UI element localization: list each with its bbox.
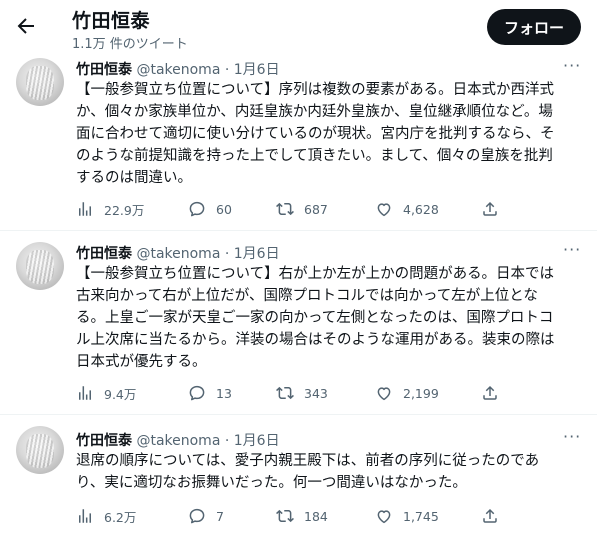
views-count: 6.2万 [104,509,137,525]
heart-icon [377,510,391,524]
share-icon [483,385,497,400]
share-button[interactable] [481,383,499,403]
like-button[interactable]: 1,745 [375,506,439,526]
avatar[interactable] [16,426,64,474]
retweet-button[interactable]: 687 [276,199,328,219]
tweet[interactable]: 竹田恒泰 @takenoma · 1月6日 ··· 【一般参賀立ち位置について】… [0,52,597,231]
tweet[interactable]: 竹田恒泰 @takenoma · 1月6日 ··· 退席の順序については、愛子内… [0,414,597,544]
like-count: 2,199 [403,385,439,401]
author-name[interactable]: 竹田恒泰 [76,433,132,449]
like-count: 1,745 [403,508,439,524]
separator-dot: · [224,433,230,449]
tweet-date[interactable]: 1月6日 [234,62,280,78]
retweet-count: 184 [304,508,328,524]
heart-icon [377,387,391,401]
tweet-meta: 竹田恒泰 @takenoma · 1月6日 [76,59,280,79]
back-arrow-icon[interactable] [14,14,38,38]
retweet-button[interactable]: 343 [276,383,328,403]
tweet-date[interactable]: 1月6日 [234,246,280,262]
reply-icon [189,508,205,524]
views-button[interactable]: 6.2万 [76,506,136,526]
more-icon[interactable]: ··· [563,427,581,446]
separator-dot: · [224,62,230,78]
tweet-date[interactable]: 1月6日 [234,433,280,449]
tweet-count: 1.1万 件のツイート [72,37,188,52]
separator-dot: · [224,246,230,262]
tweet[interactable]: 竹田恒泰 @takenoma · 1月6日 ··· 【一般参賀立ち位置について】… [0,230,597,415]
like-button[interactable]: 4,628 [375,199,439,219]
tweet-actions: 22.9万 60 687 4,628 [76,199,516,219]
tweet-meta: 竹田恒泰 @takenoma · 1月6日 [76,430,280,450]
author-name[interactable]: 竹田恒泰 [76,246,132,262]
reply-count: 7 [216,508,224,524]
retweet-icon [276,386,294,400]
tweet-text: 【一般参賀立ち位置について】序列は複数の要素がある。日本式か西洋式 か、個々か家… [76,82,555,186]
tweet-meta: 竹田恒泰 @takenoma · 1月6日 [76,243,280,263]
retweet-count: 687 [304,201,328,217]
more-icon[interactable]: ··· [563,56,581,75]
views-button[interactable]: 22.9万 [76,199,144,219]
views-button[interactable]: 9.4万 [76,383,136,403]
reply-button[interactable]: 13 [188,383,232,403]
like-button[interactable]: 2,199 [375,383,439,403]
like-count: 4,628 [403,201,439,217]
views-count: 9.4万 [104,386,137,402]
author-handle[interactable]: @takenoma [136,246,220,262]
reply-icon [189,385,205,401]
tweet-text: 退席の順序については、愛子内親王殿下は、前者の序列に従ったのであ り、実に適切な… [76,453,540,491]
reply-button[interactable]: 7 [188,506,224,526]
retweet-icon [276,509,294,523]
author-handle[interactable]: @takenoma [136,433,220,449]
profile-header: 竹田恒泰 1.1万 件のツイート フォロー [0,0,597,52]
reply-count: 60 [216,201,232,217]
heart-icon [377,203,391,217]
reply-icon [189,201,205,217]
tweet-actions: 6.2万 7 184 1,745 [76,506,516,526]
reply-count: 13 [216,385,232,401]
bar-chart-icon [79,509,91,523]
profile-name: 竹田恒泰 [72,10,151,32]
share-icon [483,508,497,523]
more-icon[interactable]: ··· [563,240,581,259]
author-handle[interactable]: @takenoma [136,62,220,78]
tweet-text: 【一般参賀立ち位置について】右が上か左が上かの問題がある。日本では 古来向かって… [76,266,555,370]
avatar[interactable] [16,242,64,290]
follow-button[interactable]: フォロー [487,9,581,45]
retweet-count: 343 [304,385,328,401]
bar-chart-icon [79,202,91,216]
views-count: 22.9万 [104,202,145,218]
share-icon [483,201,497,216]
reply-button[interactable]: 60 [188,199,232,219]
author-name[interactable]: 竹田恒泰 [76,62,132,78]
share-button[interactable] [481,506,499,526]
retweet-icon [276,202,294,216]
retweet-button[interactable]: 184 [276,506,328,526]
bar-chart-icon [79,386,91,400]
avatar[interactable] [16,58,64,106]
share-button[interactable] [481,199,499,219]
tweet-actions: 9.4万 13 343 2,199 [76,383,516,403]
